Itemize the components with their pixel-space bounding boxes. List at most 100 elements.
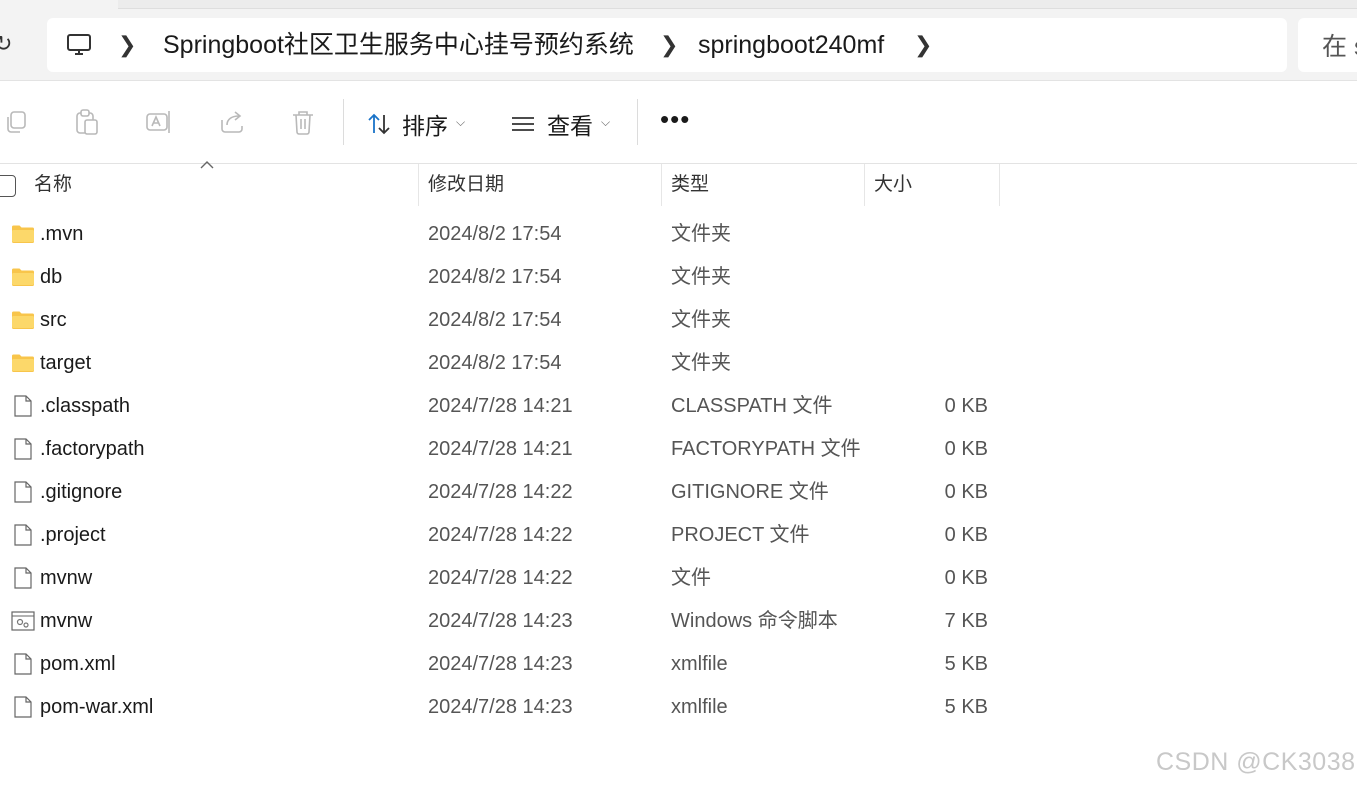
- file-date: 2024/7/28 14:22: [428, 567, 573, 589]
- paste-icon[interactable]: [73, 108, 101, 136]
- file-type: 文件夹: [671, 223, 731, 245]
- file-name: .mvn: [40, 223, 84, 245]
- file-size: 7 KB: [944, 610, 988, 632]
- file-date: 2024/7/28 14:23: [428, 610, 573, 632]
- sort-label: 排序: [402, 113, 448, 139]
- column-divider[interactable]: [999, 164, 1000, 206]
- breadcrumb-project-folder[interactable]: Springboot社区卫生服务中心挂号预约系统: [163, 28, 634, 62]
- file-date: 2024/8/2 17:54: [428, 352, 562, 374]
- file-name: mvnw: [40, 610, 93, 632]
- file-size: 5 KB: [944, 653, 988, 675]
- folder-icon: [12, 311, 34, 329]
- chevron-right-icon[interactable]: ❯: [660, 30, 678, 60]
- toolbar-divider: [343, 99, 344, 145]
- file-name: .classpath: [40, 395, 131, 417]
- file-row[interactable]: .project 2024/7/28 14:22 PROJECT 文件 0 KB: [0, 514, 1357, 557]
- chevron-right-icon[interactable]: ❯: [118, 30, 136, 60]
- script-icon: [11, 611, 35, 631]
- file-row[interactable]: db 2024/8/2 17:54 文件夹: [0, 256, 1357, 299]
- file-type: 文件夹: [671, 352, 731, 374]
- view-icon: [512, 117, 534, 131]
- tab-strip-edge: [118, 0, 1357, 9]
- file-row[interactable]: pom-war.xml 2024/7/28 14:23 xmlfile 5 KB: [0, 686, 1357, 729]
- file-size: 0 KB: [944, 395, 988, 417]
- toolbar-divider: [637, 99, 638, 145]
- column-header-name[interactable]: 名称: [34, 164, 72, 206]
- column-divider[interactable]: [864, 164, 865, 206]
- file-name: .project: [40, 524, 106, 546]
- file-row[interactable]: .classpath 2024/7/28 14:21 CLASSPATH 文件 …: [0, 385, 1357, 428]
- file-row[interactable]: .gitignore 2024/7/28 14:22 GITIGNORE 文件 …: [0, 471, 1357, 514]
- file-row[interactable]: src 2024/8/2 17:54 文件夹: [0, 299, 1357, 342]
- more-options-button[interactable]: •••: [660, 104, 690, 134]
- file-size: 5 KB: [944, 696, 988, 718]
- file-row[interactable]: .factorypath 2024/7/28 14:21 FACTORYPATH…: [0, 428, 1357, 471]
- file-name: db: [40, 266, 63, 288]
- file-type: GITIGNORE 文件: [671, 481, 829, 503]
- column-header-type[interactable]: 类型: [671, 164, 709, 206]
- file-row[interactable]: .mvn 2024/8/2 17:54 文件夹: [0, 213, 1357, 256]
- file-name: .factorypath: [40, 438, 145, 460]
- chevron-down-icon: ⌵: [601, 114, 611, 129]
- file-name: src: [40, 309, 67, 331]
- file-type: CLASSPATH 文件: [671, 395, 833, 417]
- sort-ascending-icon: [200, 161, 214, 169]
- sort-button[interactable]: 排序 ⌵: [366, 106, 465, 142]
- file-name: mvnw: [40, 567, 93, 589]
- folder-icon: [12, 225, 34, 243]
- watermark: CSDN @CK3038: [1156, 748, 1356, 776]
- file-type: 文件夹: [671, 309, 731, 331]
- file-icon: [14, 481, 32, 503]
- file-size: 0 KB: [944, 524, 988, 546]
- file-type: 文件: [671, 567, 711, 589]
- file-size: 0 KB: [944, 481, 988, 503]
- column-divider[interactable]: [418, 164, 419, 206]
- file-date: 2024/8/2 17:54: [428, 309, 562, 331]
- file-type: 文件夹: [671, 266, 731, 288]
- refresh-icon[interactable]: ↻: [0, 30, 16, 58]
- file-icon: [14, 438, 32, 460]
- file-date: 2024/7/28 14:22: [428, 481, 573, 503]
- column-header-size[interactable]: 大小: [874, 164, 912, 206]
- file-date: 2024/7/28 14:21: [428, 395, 573, 417]
- file-name: target: [40, 352, 92, 374]
- file-name: .gitignore: [40, 481, 123, 503]
- file-name: pom.xml: [40, 653, 116, 675]
- select-all-checkbox[interactable]: [0, 175, 16, 197]
- file-row[interactable]: mvnw 2024/7/28 14:22 文件 0 KB: [0, 557, 1357, 600]
- file-type: xmlfile: [671, 696, 728, 718]
- file-date: 2024/7/28 14:21: [428, 438, 573, 460]
- folder-icon: [12, 354, 34, 372]
- search-input[interactable]: 在 s: [1322, 30, 1357, 64]
- folder-icon: [12, 268, 34, 286]
- file-icon: [14, 524, 32, 546]
- file-type: xmlfile: [671, 653, 728, 675]
- share-icon[interactable]: [218, 108, 246, 136]
- view-button[interactable]: 查看 ⌵: [509, 106, 610, 142]
- this-pc-icon[interactable]: [66, 32, 92, 58]
- file-icon: [14, 653, 32, 675]
- file-row[interactable]: target 2024/8/2 17:54 文件夹: [0, 342, 1357, 385]
- view-label: 查看: [547, 113, 593, 139]
- column-header-date[interactable]: 修改日期: [428, 164, 504, 206]
- file-icon: [14, 395, 32, 417]
- file-row[interactable]: mvnw 2024/7/28 14:23 Windows 命令脚本 7 KB: [0, 600, 1357, 643]
- delete-icon[interactable]: [289, 108, 317, 136]
- column-divider[interactable]: [661, 164, 662, 206]
- file-date: 2024/8/2 17:54: [428, 223, 562, 245]
- file-icon: [14, 696, 32, 718]
- file-name: pom-war.xml: [40, 696, 154, 718]
- file-date: 2024/7/28 14:23: [428, 653, 573, 675]
- file-explorer-window: ↻ ❯ Springboot社区卫生服务中心挂号预约系统 ❯ springboo…: [0, 0, 1357, 786]
- file-date: 2024/7/28 14:22: [428, 524, 573, 546]
- file-row[interactable]: pom.xml 2024/7/28 14:23 xmlfile 5 KB: [0, 643, 1357, 686]
- sort-icon: [368, 113, 390, 135]
- chevron-right-icon[interactable]: ❯: [914, 30, 932, 60]
- file-type: Windows 命令脚本: [671, 610, 838, 632]
- rename-icon[interactable]: [145, 108, 173, 136]
- file-size: 0 KB: [944, 438, 988, 460]
- copy-icon[interactable]: [2, 108, 30, 136]
- file-date: 2024/8/2 17:54: [428, 266, 562, 288]
- file-icon: [14, 567, 32, 589]
- breadcrumb-current-folder[interactable]: springboot240mf: [698, 28, 884, 62]
